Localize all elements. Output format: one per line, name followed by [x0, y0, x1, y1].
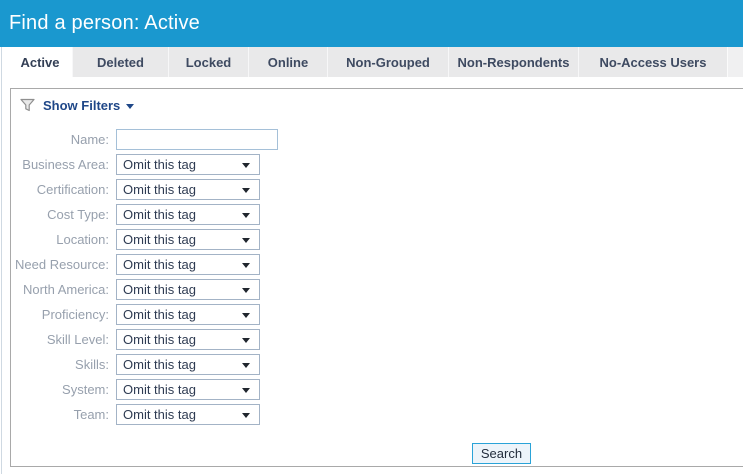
- page-header: Find a person: Active: [0, 0, 743, 47]
- filter-row-skill-level: Skill Level: Omit this tag: [11, 329, 743, 350]
- north-america-select[interactable]: Omit this tag: [116, 279, 260, 300]
- filter-row-north-america: North America: Omit this tag: [11, 279, 743, 300]
- caret-down-icon: [242, 338, 250, 343]
- caret-down-icon: [242, 363, 250, 368]
- cost-type-label: Cost Type:: [47, 207, 109, 222]
- select-value: Omit this tag: [123, 407, 196, 422]
- skills-label: Skills:: [75, 357, 109, 372]
- skill-level-label: Skill Level:: [46, 332, 109, 347]
- business-area-label: Business Area:: [22, 157, 109, 172]
- filter-row-system: System: Omit this tag: [11, 379, 743, 400]
- select-value: Omit this tag: [123, 207, 196, 222]
- tab-deleted[interactable]: Deleted: [72, 47, 168, 77]
- search-button[interactable]: Search: [472, 443, 531, 464]
- show-filters-toggle[interactable]: Show Filters: [19, 96, 135, 114]
- caret-down-icon: [242, 313, 250, 318]
- tab-active[interactable]: Active: [8, 47, 72, 78]
- caret-down-icon: [242, 238, 250, 243]
- select-value: Omit this tag: [123, 232, 196, 247]
- location-label: Location:: [56, 232, 109, 247]
- team-select[interactable]: Omit this tag: [116, 404, 260, 425]
- tab-non-grouped[interactable]: Non-Grouped: [327, 47, 448, 77]
- filter-form: Name: Business Area: Omit this tag Certi…: [11, 129, 743, 429]
- select-value: Omit this tag: [123, 382, 196, 397]
- caret-down-icon: [242, 388, 250, 393]
- tab-locked[interactable]: Locked: [168, 47, 248, 77]
- caret-down-icon: [242, 288, 250, 293]
- show-filters-label: Show Filters: [43, 97, 121, 113]
- filter-row-proficiency: Proficiency: Omit this tag: [11, 304, 743, 325]
- caret-down-icon: [242, 163, 250, 168]
- select-value: Omit this tag: [123, 157, 196, 172]
- page-left-border: [1, 47, 2, 474]
- page-title: Find a person: Active: [9, 12, 200, 34]
- need-resource-label: Need Resource:: [15, 257, 109, 272]
- select-value: Omit this tag: [123, 332, 196, 347]
- caret-down-icon: [242, 213, 250, 218]
- filter-row-certification: Certification: Omit this tag: [11, 179, 743, 200]
- cost-type-select[interactable]: Omit this tag: [116, 204, 260, 225]
- certification-label: Certification:: [36, 182, 109, 197]
- name-input[interactable]: [116, 129, 278, 150]
- system-select[interactable]: Omit this tag: [116, 379, 260, 400]
- business-area-select[interactable]: Omit this tag: [116, 154, 260, 175]
- tab-non-respondents[interactable]: Non-Respondents: [448, 47, 578, 77]
- proficiency-select[interactable]: Omit this tag: [116, 304, 260, 325]
- north-america-label: North America:: [23, 282, 109, 297]
- certification-select[interactable]: Omit this tag: [116, 179, 260, 200]
- filter-row-team: Team: Omit this tag: [11, 404, 743, 425]
- filter-row-business-area: Business Area: Omit this tag: [11, 154, 743, 175]
- need-resource-select[interactable]: Omit this tag: [116, 254, 260, 275]
- select-value: Omit this tag: [123, 357, 196, 372]
- caret-down-icon: [242, 188, 250, 193]
- caret-down-icon: [242, 413, 250, 418]
- select-value: Omit this tag: [123, 182, 196, 197]
- filter-row-cost-type: Cost Type: Omit this tag: [11, 204, 743, 225]
- caret-down-icon: [242, 263, 250, 268]
- tab-no-access-users[interactable]: No-Access Users: [578, 47, 727, 77]
- tab-bar: Active Deleted Locked Online Non-Grouped…: [8, 47, 743, 78]
- select-value: Omit this tag: [123, 257, 196, 272]
- filter-row-skills: Skills: Omit this tag: [11, 354, 743, 375]
- name-label: Name:: [70, 132, 109, 147]
- proficiency-label: Proficiency:: [41, 307, 109, 322]
- tab-online[interactable]: Online: [248, 47, 327, 77]
- skill-level-select[interactable]: Omit this tag: [116, 329, 260, 350]
- funnel-icon: [19, 97, 36, 113]
- filter-row-name: Name:: [11, 129, 743, 150]
- filter-row-need-resource: Need Resource: Omit this tag: [11, 254, 743, 275]
- filters-panel: Show Filters Name: Business Area: Omit t…: [10, 88, 743, 467]
- system-label: System:: [62, 382, 109, 397]
- select-value: Omit this tag: [123, 282, 196, 297]
- select-value: Omit this tag: [123, 307, 196, 322]
- tabstrip-filler: [727, 47, 743, 77]
- caret-down-icon: [126, 103, 135, 109]
- filter-row-location: Location: Omit this tag: [11, 229, 743, 250]
- team-label: Team:: [73, 407, 109, 422]
- skills-select[interactable]: Omit this tag: [116, 354, 260, 375]
- location-select[interactable]: Omit this tag: [116, 229, 260, 250]
